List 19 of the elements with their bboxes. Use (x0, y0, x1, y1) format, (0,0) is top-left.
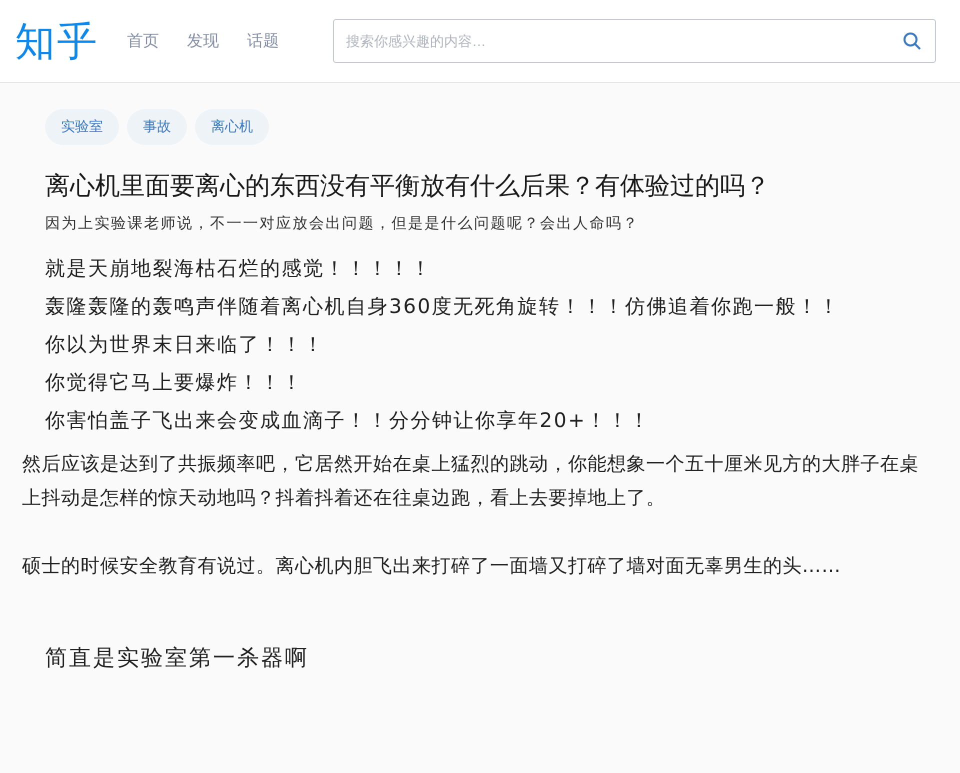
nav-link[interactable]: 首页 (127, 30, 159, 52)
logo[interactable]: 知乎 (15, 14, 99, 68)
answer-line: 轰隆轰隆的轰鸣声伴随着离心机自身360度无死角旋转！！！仿佛追着你跑一般！！ (45, 293, 842, 319)
topic-tag[interactable]: 实验室 (45, 109, 119, 145)
answer-line: 你觉得它马上要爆炸！！！ (45, 369, 304, 395)
nav-link[interactable]: 发现 (187, 30, 219, 52)
search-field[interactable]: 搜索你感兴趣的内容… (333, 19, 936, 63)
question-detail: 因为上实验课老师说，不一一对应放会出问题，但是是什么问题呢？会出人命吗？ (45, 214, 640, 233)
answer-paragraph: 然后应该是达到了共振频率吧，它居然开始在桌上猛烈的跳动，你能想象一个五十厘米见方的大胖子在桌上抖动是怎样的惊天动地吗？抖着抖着还在往桌边跑，看上去要掉地上了。 (22, 452, 920, 511)
topic-tag[interactable]: 离心机 (195, 109, 269, 145)
answer-line: 你以为世界末日来临了！！！ (45, 331, 326, 357)
answer-closing: 简直是实验室第一杀器啊 (45, 645, 310, 673)
search-icon[interactable] (902, 31, 922, 51)
answer-paragraph: 硕士的时候安全教育有说过。离心机内胆飞出来打碎了一面墙又打碎了墙对面无辜男生的头…… (22, 554, 842, 579)
question-title: 离心机里面要离心的东西没有平衡放有什么后果？有体验过的吗？ (45, 170, 771, 202)
answer-line: 你害怕盖子飞出来会变成血滴子！！分分钟让你享年20+！！！ (45, 407, 652, 433)
nav-link[interactable]: 话题 (247, 30, 279, 52)
topic-tag[interactable]: 事故 (127, 109, 187, 145)
answer-line: 就是天崩地裂海枯石烂的感觉！！！！！ (45, 255, 433, 281)
